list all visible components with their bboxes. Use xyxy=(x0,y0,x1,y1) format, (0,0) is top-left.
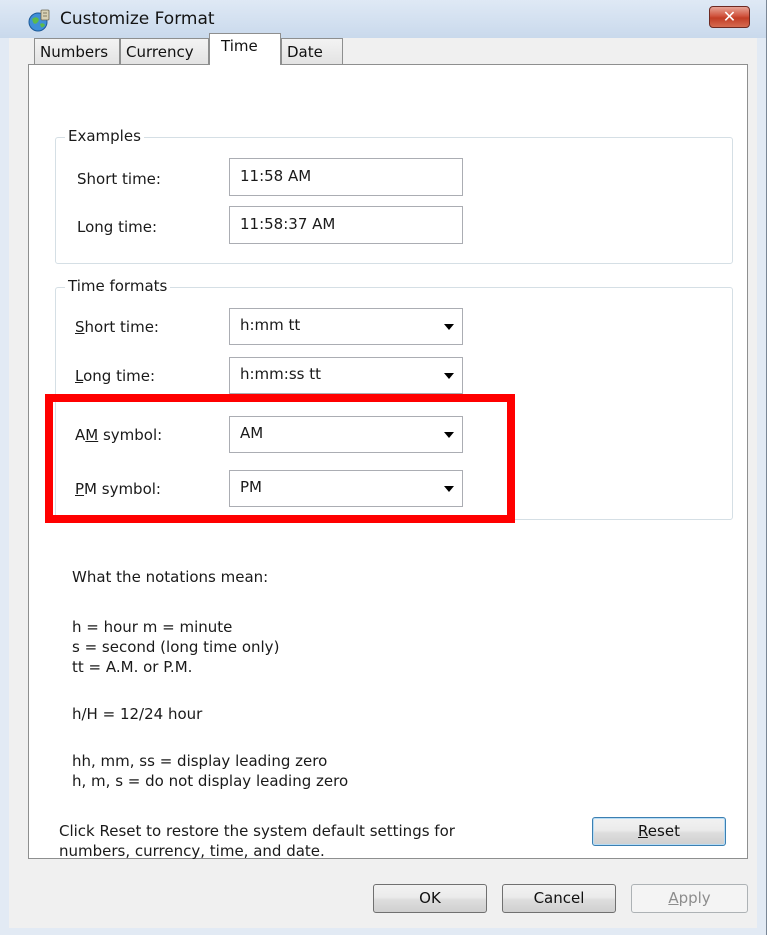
customize-format-window: Customize Format ✕ Numbers Currency Time… xyxy=(0,0,767,935)
tab-currency-label: Currency xyxy=(126,43,194,61)
chevron-down-icon xyxy=(444,373,454,379)
chevron-down-icon xyxy=(444,432,454,438)
pm-symbol-label: PM symbol: xyxy=(75,480,161,498)
chevron-down-icon xyxy=(444,486,454,492)
am-symbol-accesskey: M xyxy=(85,426,99,444)
reset-button-label: eset xyxy=(647,822,680,840)
format-long-time-label: Long time: xyxy=(75,367,155,385)
am-symbol-label: AM symbol: xyxy=(75,426,162,444)
format-short-time-label: Short time: xyxy=(75,318,159,336)
example-long-time-field[interactable]: 11:58:37 AM xyxy=(229,206,463,244)
short-time-accesskey: S xyxy=(75,318,85,336)
notations-heading: What the notations mean: xyxy=(72,568,269,586)
notation-leading-zero: hh, mm, ss = display leading zero xyxy=(72,752,328,770)
apply-button-label: pply xyxy=(678,889,711,907)
tab-date-label: Date xyxy=(287,43,323,61)
window-title: Customize Format xyxy=(60,9,215,29)
title-bar[interactable]: Customize Format ✕ xyxy=(0,0,766,38)
example-short-time-field[interactable]: 11:58 AM xyxy=(229,158,463,196)
short-time-select[interactable]: h:mm tt xyxy=(229,308,463,345)
tab-time[interactable]: Time xyxy=(209,33,281,65)
example-short-time-value: 11:58 AM xyxy=(240,167,312,185)
short-time-select-value: h:mm tt xyxy=(240,316,301,334)
notation-12-24: h/H = 12/24 hour xyxy=(72,705,203,723)
cancel-button-label: Cancel xyxy=(533,889,585,907)
reset-accesskey: R xyxy=(638,822,648,840)
time-formats-legend: Time formats xyxy=(65,277,171,295)
examples-legend: Examples xyxy=(65,127,144,145)
tab-currency[interactable]: Currency xyxy=(120,38,209,64)
apply-button[interactable]: Apply xyxy=(631,884,748,913)
notation-no-leading-zero: h, m, s = do not display leading zero xyxy=(72,772,349,790)
apply-accesskey: A xyxy=(668,889,679,907)
ok-button[interactable]: OK xyxy=(373,884,487,913)
short-time-label-text: hort time: xyxy=(84,318,159,336)
pm-symbol-select[interactable]: PM xyxy=(229,470,463,507)
reset-info-line2: numbers, currency, time, and date. xyxy=(59,842,325,860)
long-time-select-value: h:mm:ss tt xyxy=(240,365,321,383)
am-label-prefix: A xyxy=(75,426,86,444)
tab-date[interactable]: Date xyxy=(281,38,343,64)
example-long-time-value: 11:58:37 AM xyxy=(240,215,336,233)
long-time-label-text: ong time: xyxy=(83,367,156,385)
tab-time-label: Time xyxy=(221,37,258,55)
examples-group xyxy=(55,137,733,264)
close-button[interactable]: ✕ xyxy=(709,6,750,28)
am-symbol-select[interactable]: AM xyxy=(229,416,463,453)
chevron-down-icon xyxy=(444,324,454,330)
tab-numbers-label: Numbers xyxy=(40,43,109,61)
long-time-accesskey: L xyxy=(75,367,84,385)
pm-symbol-accesskey: P xyxy=(75,480,85,498)
globe-icon xyxy=(28,9,50,32)
notation-hour-minute: h = hour m = minute xyxy=(72,618,233,636)
reset-info-line1: Click Reset to restore the system defaul… xyxy=(59,822,455,840)
reset-button[interactable]: Reset xyxy=(592,817,726,846)
cancel-button[interactable]: Cancel xyxy=(502,884,616,913)
am-symbol-select-value: AM xyxy=(240,424,264,442)
pm-label-text: M symbol: xyxy=(84,480,161,498)
example-long-time-label: Long time: xyxy=(77,218,158,236)
close-icon: ✕ xyxy=(722,7,737,26)
notation-ampm: tt = A.M. or P.M. xyxy=(72,658,193,676)
pm-symbol-select-value: PM xyxy=(240,478,262,496)
ok-button-label: OK xyxy=(419,889,441,907)
long-time-select[interactable]: h:mm:ss tt xyxy=(229,357,463,394)
tab-numbers[interactable]: Numbers xyxy=(34,38,120,64)
example-short-time-label: Short time: xyxy=(77,170,161,188)
notation-second: s = second (long time only) xyxy=(72,638,280,656)
am-label-text: symbol: xyxy=(98,426,163,444)
